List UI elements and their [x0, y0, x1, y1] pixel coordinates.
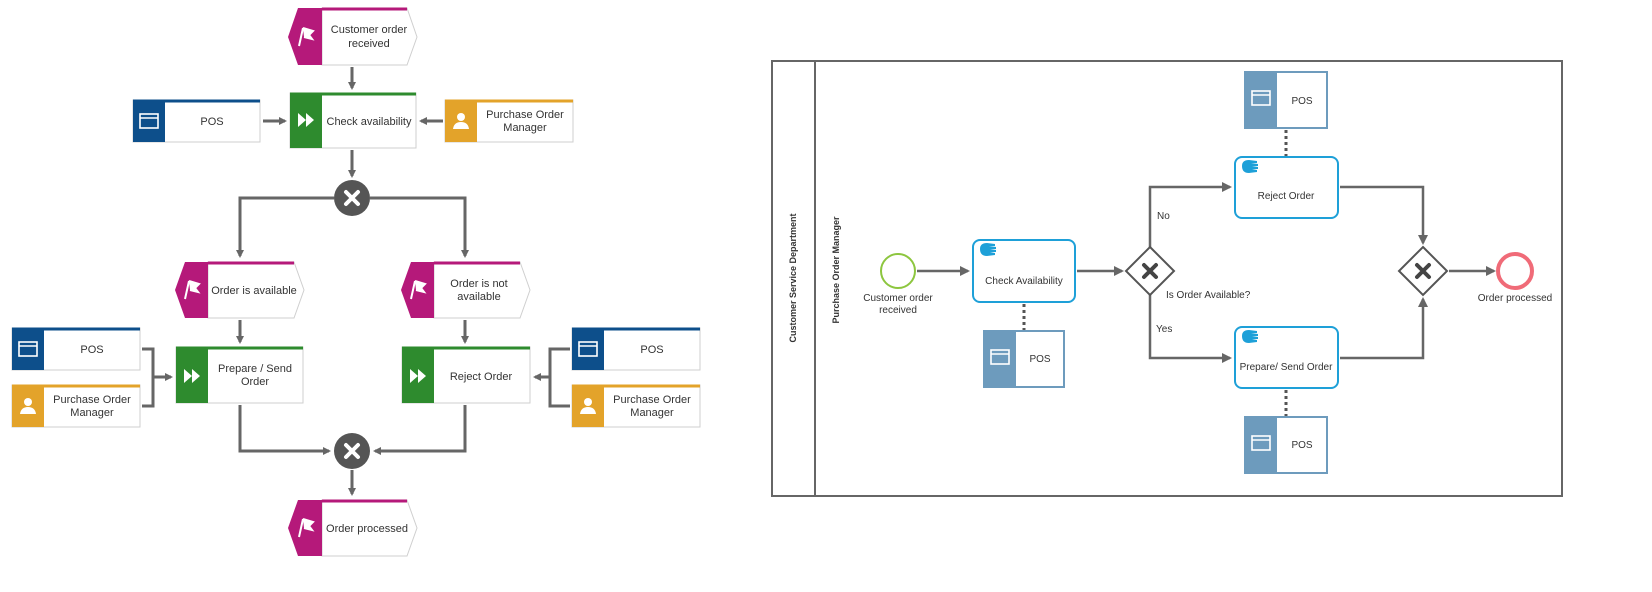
function-prepare-send-order[interactable]: Prepare / Send Order [175, 346, 304, 404]
task-label: Check Availability [985, 276, 1063, 287]
gateway-label: Is Order Available? [1166, 290, 1251, 301]
role-label: Manager [70, 407, 114, 419]
system-pos-top[interactable]: POS [132, 99, 261, 143]
bpmn-task-check-availability[interactable]: Check Availability [972, 239, 1076, 303]
arrow [370, 196, 469, 258]
end-event-label: Order processed [1478, 293, 1552, 304]
system-label: POS [200, 116, 223, 128]
bpmn-diagram: Customer Service Department Purchase Ord… [771, 60, 1563, 497]
arrow [236, 196, 334, 258]
system-pos-left[interactable]: POS [11, 327, 141, 371]
epc-diagram: Customer order received Check availabili… [11, 7, 701, 557]
xor-gateway-split [334, 180, 370, 216]
arrow [373, 405, 467, 455]
connector [548, 347, 570, 408]
role-label: Manager [630, 407, 674, 419]
start-event-label: Customer order [863, 293, 933, 304]
event-customer-order-received[interactable]: Customer order received [288, 7, 418, 66]
event-label: received [348, 38, 390, 50]
arrow [238, 405, 331, 455]
function-label: Prepare / Send [218, 363, 292, 375]
yes-label: Yes [1156, 324, 1172, 335]
role-purchase-order-manager-right[interactable]: Purchase Order Manager [571, 384, 701, 428]
event-order-processed[interactable]: Order processed [288, 499, 418, 557]
role-label: Manager [503, 122, 547, 134]
role-label: Purchase Order [613, 394, 691, 406]
connector [142, 347, 155, 408]
lane-label: Purchase Order Manager [831, 216, 841, 324]
function-label: Order [241, 376, 269, 388]
data-label: POS [1291, 96, 1312, 107]
function-reject-order[interactable]: Reject Order [401, 346, 531, 404]
system-label: POS [80, 344, 103, 356]
event-label: Order processed [326, 523, 408, 535]
event-label: Customer order [331, 24, 408, 36]
bpmn-data-pos-reject[interactable]: POS [1244, 71, 1328, 129]
bpmn-task-reject-order[interactable]: Reject Order [1234, 156, 1339, 219]
role-purchase-order-manager-left[interactable]: Purchase Order Manager [11, 384, 141, 428]
bpmn-data-pos-check[interactable]: POS [983, 330, 1065, 388]
pool-label: Customer Service Department [788, 213, 798, 342]
function-check-availability[interactable]: Check availability [289, 92, 417, 149]
event-order-available[interactable]: Order is available [175, 261, 305, 319]
no-label: No [1157, 211, 1170, 222]
process-diagrams: Customer order received Check availabili… [11, 7, 1563, 557]
role-label: Purchase Order [53, 394, 131, 406]
event-order-not-available[interactable]: Order is not available [401, 261, 531, 319]
event-label: available [457, 291, 500, 303]
bpmn-data-pos-prepare[interactable]: POS [1244, 416, 1328, 474]
bpmn-task-prepare-send-order[interactable]: Prepare/ Send Order [1234, 326, 1339, 389]
event-label: Order is available [211, 285, 297, 297]
task-label: Prepare/ Send Order [1240, 362, 1333, 373]
system-pos-right[interactable]: POS [571, 327, 701, 371]
role-label: Purchase Order [486, 109, 564, 121]
xor-gateway-join [334, 433, 370, 469]
task-label: Reject Order [1258, 191, 1315, 202]
data-label: POS [1291, 440, 1312, 451]
function-label: Check availability [327, 116, 412, 128]
role-purchase-order-manager-top[interactable]: Purchase Order Manager [444, 99, 574, 143]
data-label: POS [1029, 354, 1050, 365]
system-label: POS [640, 344, 663, 356]
start-event-label: received [879, 305, 917, 316]
event-label: Order is not [450, 278, 507, 290]
function-label: Reject Order [450, 371, 513, 383]
